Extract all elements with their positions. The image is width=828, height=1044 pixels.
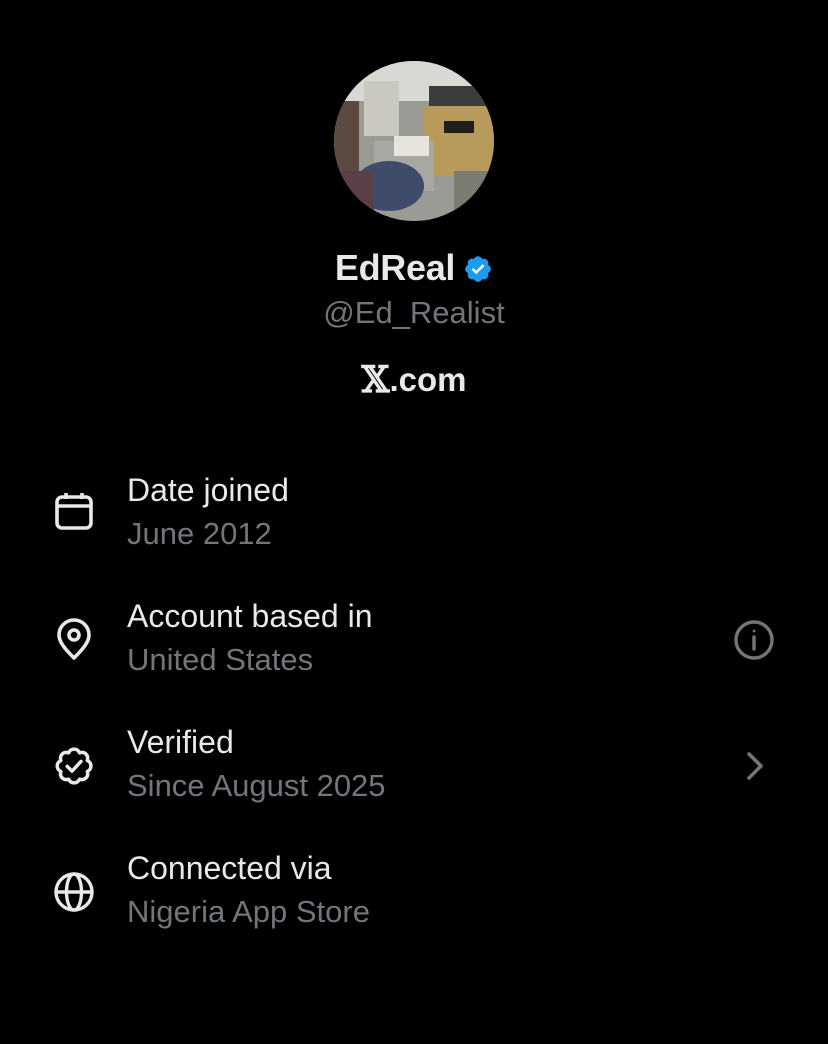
detail-label: Date joined [127, 472, 289, 508]
chevron-right-icon[interactable] [732, 744, 776, 788]
detail-label: Verified [127, 724, 234, 760]
site-domain: .com [389, 361, 467, 398]
detail-row-connected-via: Connected via Nigeria App Store [0, 848, 828, 944]
info-icon[interactable] [732, 618, 776, 662]
detail-label: Account based in [127, 598, 373, 634]
location-pin-icon [52, 618, 96, 662]
detail-row-date-joined: Date joined June 2012 [0, 470, 828, 566]
verified-check-icon [52, 744, 96, 788]
display-name: EdReal [334, 247, 456, 288]
detail-value: Nigeria App Store [127, 894, 370, 929]
detail-row-account-based-in: Account based in United States [0, 596, 828, 692]
detail-value: Since August 2025 [127, 768, 386, 803]
detail-label: Connected via [127, 850, 332, 886]
detail-value: United States [127, 642, 314, 677]
detail-row-verified[interactable]: Verified Since August 2025 [0, 722, 828, 818]
verified-badge-icon [463, 254, 493, 284]
name-row: EdReal [0, 246, 828, 290]
globe-icon [52, 870, 96, 914]
profile-handle: @Ed_Realist [323, 295, 505, 330]
avatar-photo [334, 61, 494, 221]
calendar-icon [52, 490, 96, 534]
profile-avatar[interactable] [334, 61, 494, 221]
detail-value: June 2012 [127, 516, 272, 551]
x-logo-icon: 𝕏 [361, 359, 390, 401]
connected-site: 𝕏 .com [0, 358, 828, 402]
